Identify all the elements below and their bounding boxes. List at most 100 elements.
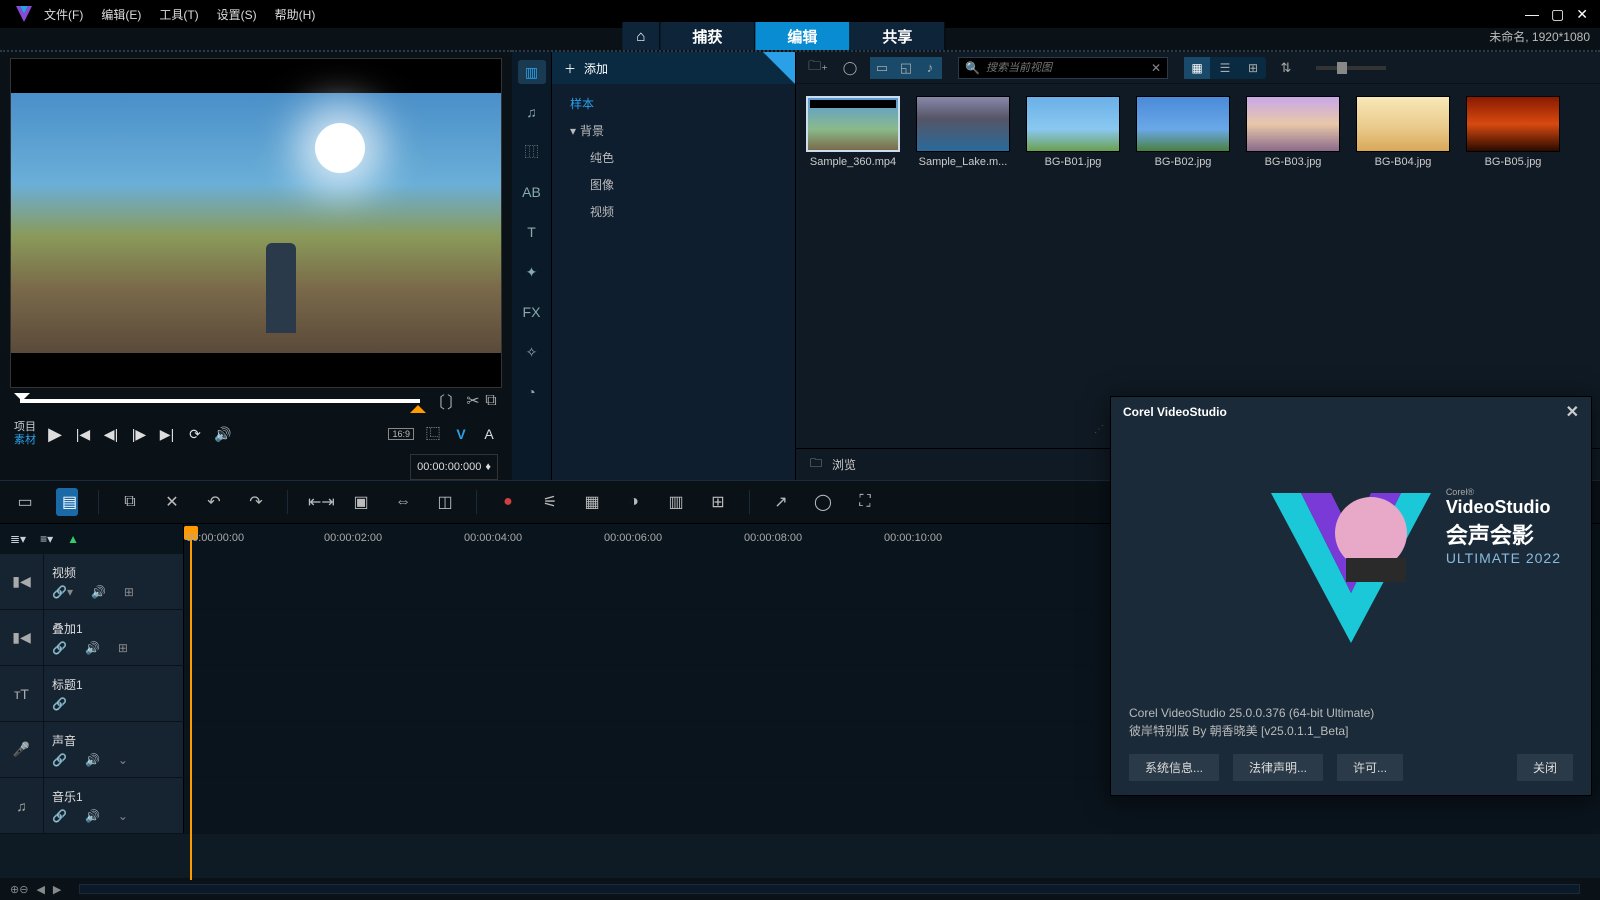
- record-icon[interactable]: ●: [497, 493, 519, 511]
- rail-text-icon[interactable]: T: [518, 220, 546, 244]
- mark-out-icon[interactable]: 〕: [446, 389, 464, 413]
- tree-solid[interactable]: 纯色: [552, 144, 795, 171]
- mute-icon[interactable]: 🔊: [85, 753, 100, 767]
- search-box[interactable]: 🔍 ✕: [958, 57, 1168, 79]
- thumb-item[interactable]: BG-B02.jpg: [1134, 96, 1232, 168]
- video-toggle[interactable]: V: [452, 426, 470, 442]
- thumb-item[interactable]: BG-B05.jpg: [1464, 96, 1562, 168]
- crop-icon[interactable]: ◫: [434, 492, 456, 512]
- scroll-left-icon[interactable]: ◀: [36, 883, 44, 896]
- volume-icon[interactable]: 🔊: [214, 426, 232, 443]
- preview-canvas[interactable]: [10, 58, 502, 388]
- clear-search-icon[interactable]: ✕: [1151, 61, 1161, 75]
- about-legal-button[interactable]: 法律声明...: [1233, 754, 1323, 781]
- tab-home[interactable]: ⌂: [622, 22, 660, 50]
- view-list-icon[interactable]: ☰: [1212, 57, 1238, 79]
- resize-preview-icon[interactable]: ⿺: [424, 424, 442, 444]
- link-icon[interactable]: 🔗: [52, 809, 67, 823]
- title-track-icon[interactable]: ᴛT: [0, 666, 44, 721]
- redo-icon[interactable]: ↷: [245, 492, 267, 512]
- next-frame-icon[interactable]: |▶: [130, 426, 148, 443]
- link-icon[interactable]: 🔗▾: [52, 585, 73, 599]
- copy-icon[interactable]: ⧉: [119, 493, 141, 511]
- chevron-down-icon[interactable]: ⌄: [118, 753, 128, 767]
- multicam-icon[interactable]: ▥: [665, 492, 687, 512]
- mark-in-icon[interactable]: 〔: [428, 389, 446, 413]
- tools-icon[interactable]: ✕: [161, 492, 183, 512]
- overlay-track-icon[interactable]: ▮◀: [0, 610, 44, 665]
- link-icon[interactable]: 🔗: [52, 753, 67, 767]
- minimize-icon[interactable]: —: [1525, 6, 1539, 23]
- thumb-item[interactable]: BG-B04.jpg: [1354, 96, 1452, 168]
- loop-icon[interactable]: ⟳: [186, 426, 204, 443]
- timecode-spinner-icon[interactable]: ♦: [485, 461, 491, 473]
- grid-icon[interactable]: ⊞: [707, 492, 729, 512]
- chapter-icon[interactable]: ▦: [581, 492, 603, 512]
- mute-icon[interactable]: 🔊: [91, 585, 106, 599]
- menu-help[interactable]: 帮助(H): [275, 6, 316, 23]
- play-icon[interactable]: ▶: [46, 424, 64, 445]
- filter-photo-icon[interactable]: ◱: [894, 57, 918, 79]
- rail-fx-icon[interactable]: FX: [518, 300, 546, 324]
- fx-icon[interactable]: ⊞: [118, 641, 128, 655]
- track-add-icon[interactable]: ≡▾: [40, 532, 53, 546]
- menu-file[interactable]: 文件(F): [44, 6, 83, 23]
- chevron-down-icon[interactable]: ⌄: [118, 809, 128, 823]
- three-sixty-icon[interactable]: ◯: [812, 492, 834, 512]
- track-menu-icon[interactable]: ≣▾: [10, 532, 26, 546]
- mute-icon[interactable]: 🔊: [85, 809, 100, 823]
- rail-media-icon[interactable]: ▥: [518, 60, 546, 84]
- fit-project-icon[interactable]: ▣: [350, 492, 372, 512]
- capture-icon[interactable]: ◯: [838, 57, 862, 79]
- timeline-scrollbar[interactable]: [79, 884, 1580, 894]
- view-grid-icon[interactable]: ⊞: [1240, 57, 1266, 79]
- thumb-item[interactable]: BG-B03.jpg: [1244, 96, 1342, 168]
- split-icon[interactable]: ⇔: [392, 493, 414, 511]
- link-icon[interactable]: 🔗: [52, 697, 67, 711]
- scroll-right-icon[interactable]: ▶: [53, 883, 61, 896]
- about-close-button[interactable]: 关闭: [1517, 754, 1573, 781]
- filter-video-icon[interactable]: ▭: [870, 57, 894, 79]
- close-icon[interactable]: ✕: [1576, 6, 1588, 23]
- about-close-icon[interactable]: ✕: [1566, 402, 1579, 422]
- scissors-icon[interactable]: ✂: [464, 391, 482, 411]
- menu-tools[interactable]: 工具(T): [159, 6, 198, 23]
- thumb-item[interactable]: Sample_360.mp4: [804, 96, 902, 168]
- tree-image[interactable]: 图像: [552, 171, 795, 198]
- preview-mode-toggle[interactable]: 项目 素材: [14, 421, 36, 447]
- subtitle-icon[interactable]: ◑: [623, 493, 645, 511]
- music-track-icon[interactable]: ♫: [0, 778, 44, 833]
- menu-edit[interactable]: 编辑(E): [101, 6, 141, 23]
- goto-start-icon[interactable]: |◀: [74, 426, 92, 443]
- view-thumb-icon[interactable]: ▦: [1184, 57, 1210, 79]
- browse-label[interactable]: 浏览: [832, 456, 856, 473]
- video-track-icon[interactable]: ▮◀: [0, 554, 44, 609]
- track-up-icon[interactable]: ▲: [67, 532, 79, 546]
- expand-icon[interactable]: ⧉: [482, 392, 500, 410]
- timecode-field[interactable]: 00:00:00:000 ♦: [410, 454, 498, 480]
- import-folder-icon[interactable]: 🗀₊: [806, 57, 830, 79]
- aspect-ratio[interactable]: 16:9: [388, 428, 414, 440]
- timeline-view-icon[interactable]: ▤: [56, 488, 78, 516]
- fx-icon[interactable]: ⊞: [124, 585, 134, 599]
- tab-edit[interactable]: 编辑: [755, 22, 850, 50]
- rail-graphic-icon[interactable]: ✦: [518, 260, 546, 284]
- tree-video[interactable]: 视频: [552, 198, 795, 225]
- thumb-item[interactable]: BG-B01.jpg: [1024, 96, 1122, 168]
- tab-share[interactable]: 共享: [850, 22, 945, 50]
- tree-background[interactable]: ▾背景: [552, 117, 795, 144]
- about-license-button[interactable]: 许可...: [1337, 754, 1403, 781]
- fit-width-icon[interactable]: ⇤⇥: [308, 492, 330, 512]
- search-input[interactable]: [986, 62, 1145, 74]
- mixer-icon[interactable]: ⚟: [539, 492, 561, 512]
- motion-track-icon[interactable]: ↗: [770, 492, 792, 512]
- rail-transition-icon[interactable]: ⿲: [518, 140, 546, 164]
- detect-icon[interactable]: ⛶: [854, 493, 876, 511]
- scrub-track[interactable]: [20, 399, 420, 403]
- browse-folder-icon[interactable]: 🗀: [810, 454, 822, 475]
- voice-track-icon[interactable]: 🎤: [0, 722, 44, 777]
- about-sysinfo-button[interactable]: 系统信息...: [1129, 754, 1219, 781]
- goto-end-icon[interactable]: ▶|: [158, 426, 176, 443]
- mute-icon[interactable]: 🔊: [85, 641, 100, 655]
- resize-grip-icon[interactable]: ⋰: [1094, 424, 1104, 435]
